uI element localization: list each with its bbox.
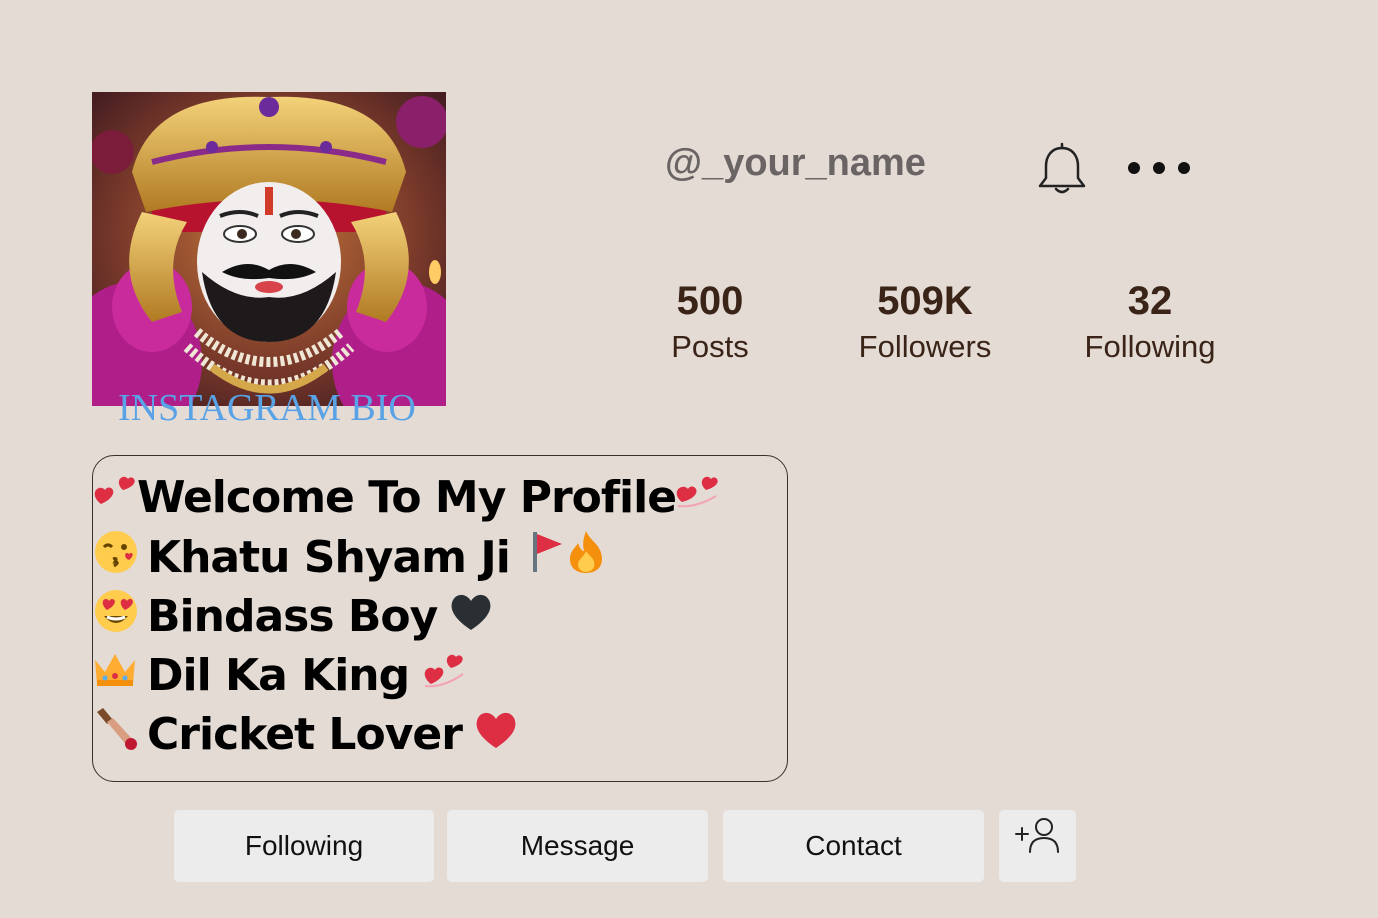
bio-line-text: Welcome To My Profile [137,471,677,523]
stat-following[interactable]: 32 Following [1070,278,1230,366]
stat-posts[interactable]: 500 Posts [640,278,780,366]
following-button-label: Following [244,830,364,861]
heart-eyes-face-icon [93,588,147,645]
red-heart-icon [474,708,518,761]
bio-line-1: Welcome To My Profile [93,468,720,526]
bio-line-2: Khatu Shyam Ji [93,528,608,586]
stat-followers-value: 509K [877,279,973,323]
bio-line-3: Bindass Boy [93,587,493,645]
avatar-watermark: INSTAGRAM BIO [118,387,416,429]
two-hearts-icon [676,470,720,525]
bio-line-text: Cricket Lover [147,708,463,760]
contact-button-label: Contact [805,830,902,861]
stat-followers[interactable]: 509K Followers [840,278,1010,366]
contact-button[interactable]: Contact [723,810,984,882]
kissing-face-icon [93,529,147,586]
crown-icon [93,650,147,701]
add-user-icon [1012,814,1064,863]
stat-following-value: 32 [1127,279,1173,323]
following-button[interactable]: Following [174,810,434,882]
more-horizontal-icon[interactable] [1124,156,1194,180]
flag-icon [530,530,564,585]
username: @_your_name [665,142,926,184]
bio-line-text: Dil Ka King [147,649,410,701]
fire-icon [564,529,608,586]
bio-line-4: Dil Ka King [93,646,465,704]
bio-line-text: Bindass Boy [147,590,438,642]
cricket-bat-icon [93,706,147,763]
message-button-label: Message [520,830,635,861]
stat-followers-label: Followers [858,329,992,364]
two-hearts-icon [421,648,465,703]
bio-line-text: Khatu Shyam Ji [147,531,511,583]
avatar-image [92,92,446,406]
stat-posts-label: Posts [671,329,749,364]
bio-line-5: Cricket Lover [93,705,518,763]
stat-following-label: Following [1084,329,1216,364]
add-user-button[interactable] [999,810,1076,882]
stat-posts-value: 500 [676,279,744,323]
bio-box: Welcome To My Profile Khatu Shyam Ji Bin… [92,455,788,782]
profile-avatar[interactable] [92,92,446,406]
two-hearts-icon [93,470,137,525]
bell-icon[interactable] [1036,142,1088,196]
black-heart-icon [449,590,493,643]
message-button[interactable]: Message [447,810,708,882]
